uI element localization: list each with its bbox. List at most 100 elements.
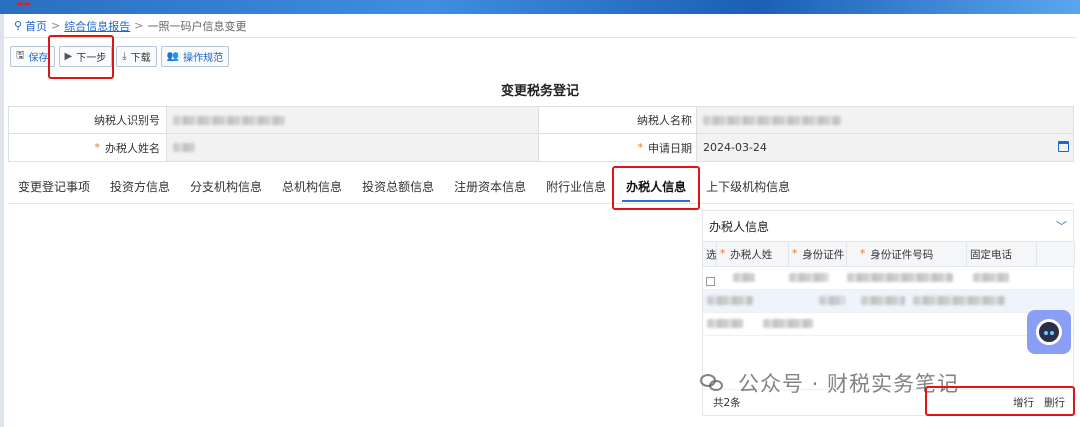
save-icon: 🖫 — [16, 50, 25, 61]
table-row[interactable] — [703, 290, 1075, 313]
handler-name-label: * 办税人姓名 — [9, 134, 167, 161]
breadcrumb-separator: > — [51, 19, 61, 32]
tab-branch-info[interactable]: 分支机构信息 — [180, 170, 272, 204]
handler-name-value[interactable] — [167, 134, 539, 161]
form-row: 纳税人识别号 纳税人名称 — [9, 107, 1073, 134]
watermark-text: 公众号 · 财税实务笔记 — [738, 372, 960, 396]
handler-grid: 选 * 办税人姓 * 身份证件 * 身份证件号码 固定电话 — [703, 241, 1075, 336]
save-button-label: 保存 — [28, 53, 49, 64]
redacted-value — [763, 318, 813, 328]
grid-header: 选 * 办税人姓 * 身份证件 * 身份证件号码 固定电话 — [703, 241, 1075, 267]
form-row: * 办税人姓名 * 申请日期 2024-03-24 — [9, 134, 1073, 161]
required-mark: * — [94, 141, 101, 154]
tab-head-office-info[interactable]: 总机构信息 — [272, 170, 352, 204]
breadcrumb-home[interactable]: 首页 — [25, 18, 47, 34]
banner-logo: ▬▬ — [16, 0, 32, 8]
col-id-type: * 身份证件 — [789, 242, 847, 266]
cell — [847, 272, 967, 285]
download-button[interactable]: ⤓ 下载 — [116, 46, 157, 67]
chevron-down-icon[interactable]: ﹀ — [1056, 218, 1067, 234]
panel-title: 办税人信息 — [709, 219, 770, 234]
required-mark: * — [720, 248, 726, 260]
taxpayer-id-label: 纳税人识别号 — [9, 107, 167, 133]
assistant-robot-icon[interactable] — [1027, 310, 1071, 354]
redacted-value — [973, 272, 1009, 282]
col-handler-name-label: 办税人姓 — [730, 248, 773, 261]
apply-date-label: * 申请日期 — [539, 134, 697, 161]
tab-total-investment-info[interactable]: 投资总额信息 — [352, 170, 444, 204]
taxpayer-name-label: 纳税人名称 — [539, 107, 697, 133]
cell — [717, 272, 789, 285]
redacted-value — [913, 295, 1005, 305]
top-banner: ▬▬ — [0, 0, 1080, 14]
apply-date-value: 2024-03-24 — [703, 141, 767, 154]
left-edge — [0, 14, 4, 427]
download-icon: ⤓ — [122, 51, 127, 62]
required-mark: * — [792, 248, 798, 260]
col-handler-name: * 办税人姓 — [717, 242, 789, 266]
cell — [967, 272, 1037, 285]
save-button[interactable]: 🖫 保存 — [10, 46, 55, 67]
basic-info-table: 纳税人识别号 纳税人名称 * 办税人姓名 * 申请日期 2024-03-24 — [8, 106, 1074, 162]
calendar-icon[interactable] — [1058, 141, 1069, 152]
col-id-number: * 身份证件号码 — [847, 242, 967, 266]
download-button-label: 下载 — [130, 53, 151, 64]
col-phone: 固定电话 — [967, 242, 1037, 266]
redacted-value — [173, 143, 195, 152]
redacted-value — [707, 295, 753, 305]
breadcrumb-parent[interactable]: 综合信息报告 — [64, 18, 130, 34]
tab-change-items[interactable]: 变更登记事项 — [8, 170, 100, 204]
operation-guide-button[interactable]: 👥 操作规范 — [160, 46, 230, 67]
tab-tax-handler-info[interactable]: 办税人信息 — [616, 170, 696, 204]
add-row-button[interactable]: 增行 — [1013, 395, 1034, 410]
col-id-number-label: 身份证件号码 — [870, 248, 934, 261]
table-row[interactable] — [703, 313, 1075, 336]
checkbox[interactable] — [706, 277, 715, 286]
redacted-value — [861, 295, 905, 305]
breadcrumb-separator: > — [134, 19, 144, 32]
next-step-button-label: 下一步 — [76, 53, 107, 64]
play-icon: ▶ — [64, 51, 73, 62]
apply-date-field[interactable]: 2024-03-24 — [697, 134, 1073, 161]
redacted-value — [847, 272, 953, 282]
panel-header[interactable]: 办税人信息 ﹀ — [703, 211, 1073, 241]
required-mark: * — [637, 141, 644, 154]
col-select: 选 — [703, 242, 717, 266]
table-row[interactable] — [703, 267, 1075, 290]
users-icon: 👥 — [166, 51, 180, 62]
breadcrumb: ⚲ 首页 > 综合信息报告 > 一照一码户信息变更 — [4, 14, 1076, 38]
cell — [703, 295, 789, 308]
required-mark: * — [860, 248, 866, 260]
redacted-value — [703, 115, 841, 125]
cell — [789, 295, 847, 308]
taxpayer-name-value — [697, 107, 1073, 133]
next-step-button[interactable]: ▶ 下一步 — [58, 46, 113, 67]
delete-row-button[interactable]: 删行 — [1044, 395, 1065, 410]
form-title: 变更税务登记 — [500, 84, 579, 99]
redacted-value — [819, 295, 845, 305]
redacted-value — [707, 318, 743, 328]
redacted-value — [173, 115, 285, 125]
apply-date-label-text: 申请日期 — [648, 141, 692, 155]
wechat-icon — [700, 372, 726, 394]
col-id-type-label: 身份证件 — [802, 248, 845, 261]
taxpayer-id-value — [167, 107, 539, 133]
tab-org-hierarchy-info[interactable]: 上下级机构信息 — [696, 170, 800, 204]
breadcrumb-current: 一照一码户信息变更 — [147, 19, 247, 33]
tab-secondary-industry-info[interactable]: 附行业信息 — [536, 170, 616, 204]
row-checkbox[interactable] — [703, 270, 717, 286]
watermark: 公众号 · 财税实务笔记 — [700, 368, 959, 398]
cell — [903, 295, 1075, 308]
cell — [847, 295, 905, 308]
tab-bar: 变更登记事项 投资方信息 分支机构信息 总机构信息 投资总额信息 注册资本信息 … — [8, 170, 1074, 204]
cell — [763, 318, 823, 331]
tab-registered-capital-info[interactable]: 注册资本信息 — [444, 170, 536, 204]
operation-guide-button-label: 操作规范 — [183, 53, 224, 64]
toolbar: 🖫 保存 ▶ 下一步 ⤓ 下载 👥 操作规范 — [10, 46, 230, 68]
row-actions: 增行 删行 — [1013, 395, 1065, 410]
tab-investor-info[interactable]: 投资方信息 — [100, 170, 180, 204]
cell — [789, 272, 847, 285]
redacted-value — [789, 272, 829, 282]
col-extra — [1037, 242, 1075, 266]
location-pin-icon: ⚲ — [14, 19, 23, 32]
